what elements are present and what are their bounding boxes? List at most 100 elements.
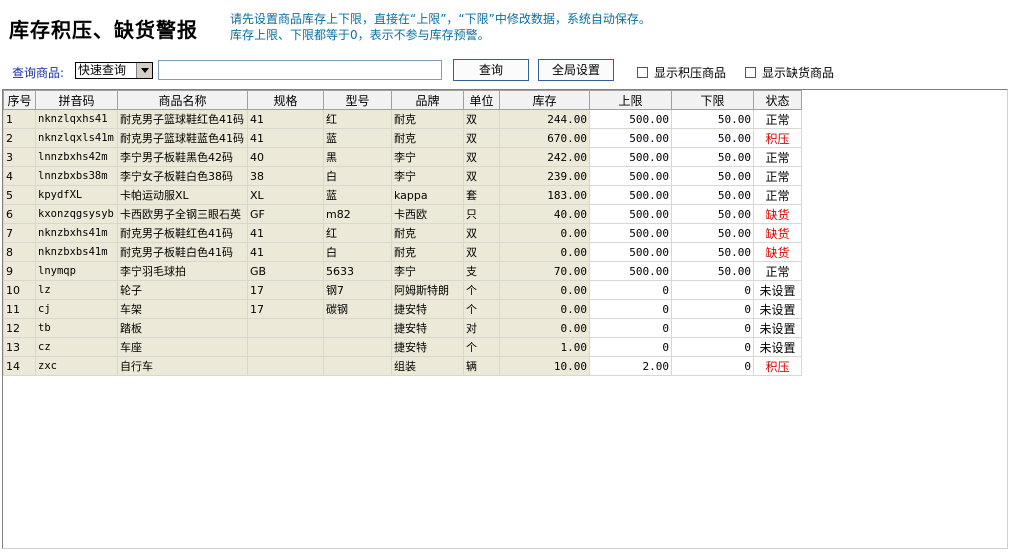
col-header[interactable]: 上限 [589, 90, 672, 110]
cell-no: 4 [3, 166, 36, 186]
show-overstock-checkbox[interactable]: 显示积压商品 [637, 64, 726, 81]
cell-brand: 卡西欧 [391, 204, 464, 224]
cell-upper[interactable]: 2.00 [589, 356, 672, 376]
cell-lower[interactable]: 50.00 [671, 109, 754, 129]
cell-upper[interactable]: 500.00 [589, 109, 672, 129]
checkbox-box[interactable] [637, 67, 648, 78]
col-header[interactable]: 序号 [3, 90, 36, 110]
cell-name: 耐克男子板鞋红色41码 [117, 223, 248, 243]
cell-model: 红 [323, 109, 392, 129]
col-header[interactable]: 状态 [753, 90, 802, 110]
cell-stock: 670.00 [499, 128, 590, 148]
table-row[interactable]: 2 nknzlqxls41m 耐克男子篮球鞋蓝色41码 41 蓝耐克双 670.00 500… [3, 128, 802, 148]
cell-upper[interactable]: 0 [589, 318, 672, 338]
col-header[interactable]: 单位 [463, 90, 500, 110]
cell-code: kpydfXL [35, 185, 118, 205]
cell-brand: 耐克 [391, 242, 464, 262]
cell-lower[interactable]: 50.00 [671, 147, 754, 167]
cell-lower[interactable]: 50.00 [671, 128, 754, 148]
cell-stock: 0.00 [499, 318, 590, 338]
cell-name: 李宁男子板鞋黑色42码 [117, 147, 248, 167]
cell-name: 耐克男子篮球鞋蓝色41码 [117, 128, 248, 148]
global-settings-button[interactable]: 全局设置 [538, 59, 614, 81]
cell-spec: 41 [247, 242, 324, 262]
cell-lower[interactable]: 0 [671, 356, 754, 376]
cell-spec: 41 [247, 223, 324, 243]
col-header[interactable]: 拼音码 [35, 90, 118, 110]
query-button[interactable]: 查询 [453, 59, 529, 81]
cell-model: 红 [323, 223, 392, 243]
inventory-grid[interactable]: 序号 拼音码 商品名称 规格 型号 品牌 单位 库存 上限 下限 状态 1 nkn… [2, 89, 1008, 549]
table-row[interactable]: 12 tb 踏板 捷安特对 0.00 0 0 未设置 [3, 318, 802, 338]
cell-lower[interactable]: 50.00 [671, 242, 754, 262]
cell-spec: 40 [247, 147, 324, 167]
table-row[interactable]: 3 lnnzbxhs42m 李宁男子板鞋黑色42码 40 黑李宁双 242.00 500.0… [3, 147, 802, 167]
table-row[interactable]: 1 nknzlqxhs41 耐克男子篮球鞋红色41码 41 红耐克双 244.00 500.… [3, 109, 802, 129]
col-header[interactable]: 库存 [499, 90, 590, 110]
table-row[interactable]: 6 kxonzqgsysyb 卡西欧男子全钢三眼石英 GF m82 卡西欧只 40.00 50… [3, 204, 802, 224]
cell-unit: 支 [463, 261, 500, 281]
cell-lower[interactable]: 0 [671, 318, 754, 338]
table-row[interactable]: 5 kpydfXL 卡帕运动服XL XL 蓝 kappa 套 183.00 500.00 50.0… [3, 185, 802, 205]
col-header[interactable]: 商品名称 [117, 90, 248, 110]
cell-upper[interactable]: 500.00 [589, 223, 672, 243]
cell-upper[interactable]: 500.00 [589, 242, 672, 262]
table-row[interactable]: 10 lz 轮子 17 钢7 阿姆斯特朗个 0.00 0 0 未设置 [3, 280, 802, 300]
cell-name: 耐克男子板鞋白色41码 [117, 242, 248, 262]
table-header-row: 序号 拼音码 商品名称 规格 型号 品牌 单位 库存 上限 下限 状态 [3, 90, 802, 110]
col-header[interactable]: 下限 [671, 90, 754, 110]
cell-brand: kappa [391, 185, 464, 205]
query-mode-select[interactable]: 快速查询 [75, 62, 153, 79]
table-row[interactable]: 7 nknzbxhs41m 耐克男子板鞋红色41码 41 红耐克双 0.00 500.00 5… [3, 223, 802, 243]
cell-stock: 0.00 [499, 299, 590, 319]
cell-upper[interactable]: 0 [589, 337, 672, 357]
col-header[interactable]: 规格 [247, 90, 324, 110]
cell-upper[interactable]: 500.00 [589, 166, 672, 186]
cell-upper[interactable]: 0 [589, 299, 672, 319]
cell-lower[interactable]: 0 [671, 280, 754, 300]
cell-unit: 双 [463, 223, 500, 243]
cell-unit: 只 [463, 204, 500, 224]
show-shortage-label: 显示缺货商品 [762, 66, 835, 80]
col-header[interactable]: 品牌 [391, 90, 464, 110]
search-input[interactable] [158, 60, 442, 80]
checkbox-box[interactable] [745, 67, 756, 78]
table-row[interactable]: 14 zxc 自行车 组装辆 10.00 2.00 0 积压 [3, 356, 802, 376]
cell-spec [247, 356, 324, 376]
table-row[interactable]: 13 cz 车座 捷安特个 1.00 0 0 未设置 [3, 337, 802, 357]
cell-lower[interactable]: 50.00 [671, 223, 754, 243]
cell-name: 车座 [117, 337, 248, 357]
cell-name: 卡西欧男子全钢三眼石英 [117, 204, 248, 224]
cell-no: 1 [3, 109, 36, 129]
cell-upper[interactable]: 500.00 [589, 185, 672, 205]
cell-upper[interactable]: 500.00 [589, 204, 672, 224]
cell-upper[interactable]: 500.00 [589, 128, 672, 148]
cell-brand: 李宁 [391, 147, 464, 167]
cell-code: lz [35, 280, 118, 300]
cell-lower[interactable]: 0 [671, 299, 754, 319]
cell-lower[interactable]: 50.00 [671, 185, 754, 205]
cell-stock: 183.00 [499, 185, 590, 205]
table-row[interactable]: 8 nknzbxbs41m 耐克男子板鞋白色41码 41 白耐克双 0.00 500.00 5… [3, 242, 802, 262]
cell-upper[interactable]: 0 [589, 280, 672, 300]
cell-upper[interactable]: 500.00 [589, 261, 672, 281]
instruction-notice: 请先设置商品库存上下限，直接在“上限”，“下限”中修改数据，系统自动保存。 库存… [230, 11, 651, 43]
cell-lower[interactable]: 50.00 [671, 261, 754, 281]
table-row[interactable]: 9 lnymqp 李宁羽毛球拍 GB 5633 李宁支 70.00 500.00 50.00 正常 [3, 261, 802, 281]
cell-upper[interactable]: 500.00 [589, 147, 672, 167]
table-row[interactable]: 11 cj 车架 17 碳钢 捷安特个 0.00 0 0 未设置 [3, 299, 802, 319]
cell-spec: 41 [247, 128, 324, 148]
cell-lower[interactable]: 50.00 [671, 204, 754, 224]
cell-stock: 1.00 [499, 337, 590, 357]
cell-lower[interactable]: 0 [671, 337, 754, 357]
cell-stock: 0.00 [499, 242, 590, 262]
show-shortage-checkbox[interactable]: 显示缺货商品 [745, 64, 834, 81]
table-row[interactable]: 4 lnnzbxbs38m 李宁女子板鞋白色38码 38 白李宁双 239.00 500.0… [3, 166, 802, 186]
cell-unit: 套 [463, 185, 500, 205]
cell-lower[interactable]: 50.00 [671, 166, 754, 186]
col-header[interactable]: 型号 [323, 90, 392, 110]
cell-unit: 双 [463, 242, 500, 262]
cell-stock: 70.00 [499, 261, 590, 281]
inventory-table: 序号 拼音码 商品名称 规格 型号 品牌 单位 库存 上限 下限 状态 1 nkn… [3, 90, 802, 376]
dropdown-arrow-icon[interactable] [136, 63, 152, 78]
